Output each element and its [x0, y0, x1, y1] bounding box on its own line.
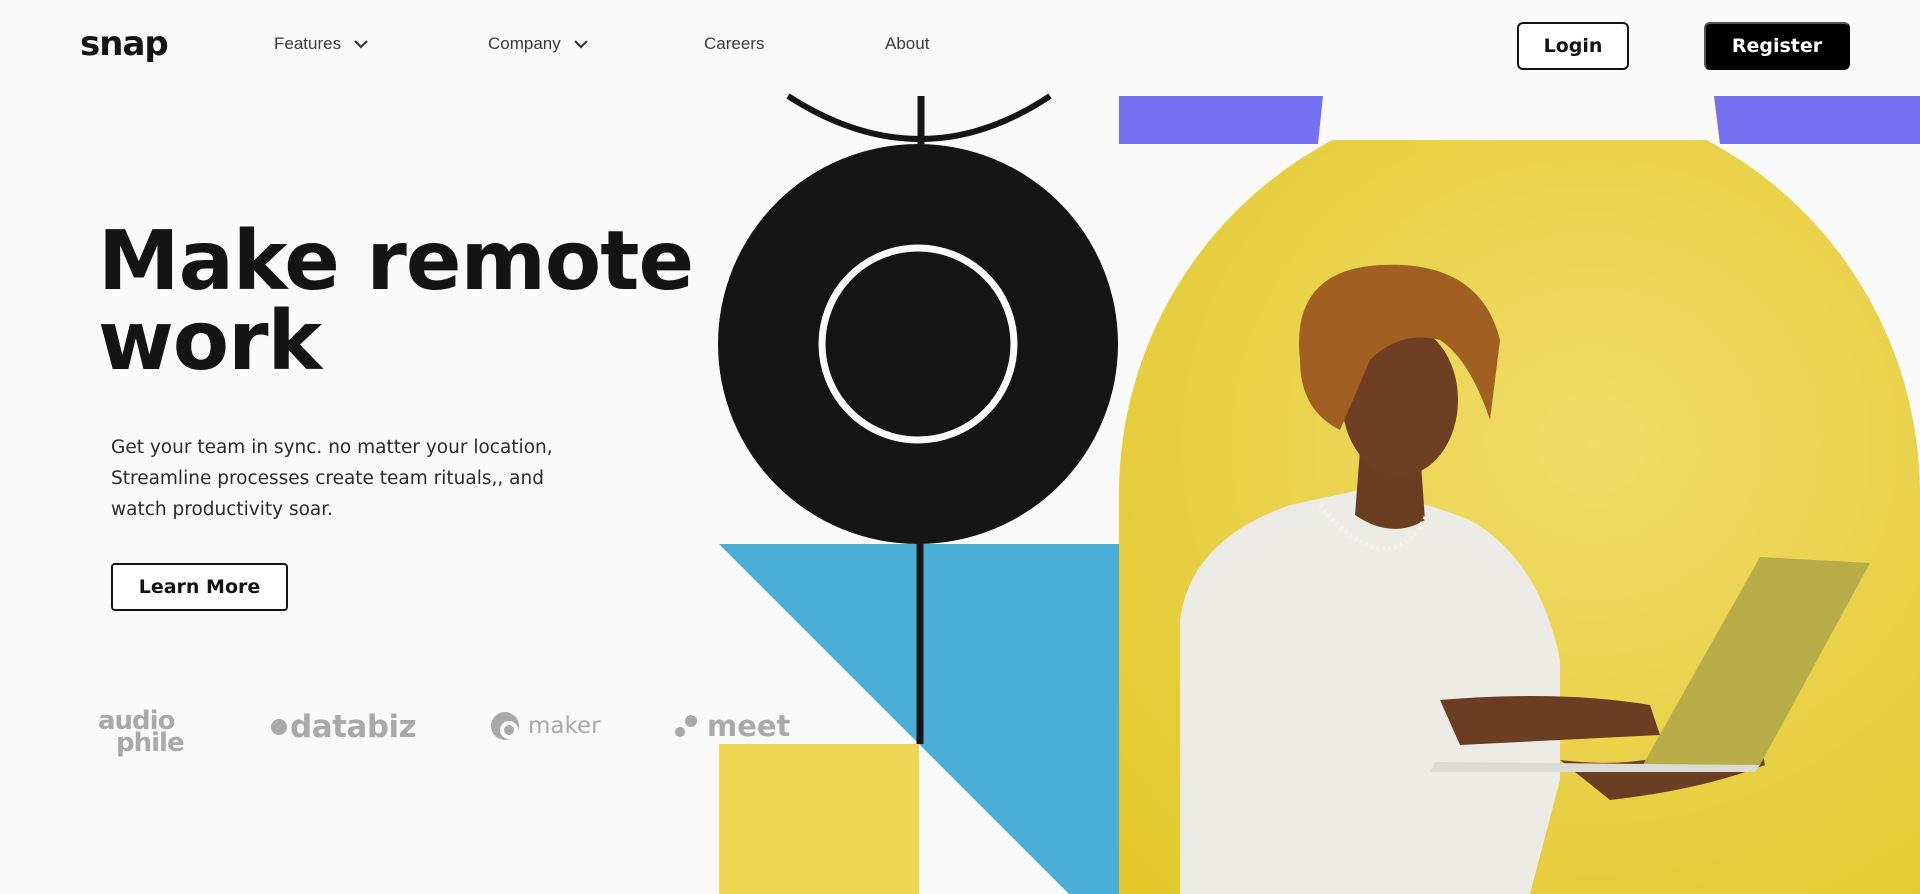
site-logo[interactable]: snap [80, 24, 169, 64]
hero-subtitle-line: Streamline processes create team rituals… [111, 468, 544, 489]
hero-subtitle-line: Get your team in sync. no matter your lo… [111, 437, 553, 458]
client-logo-meet: meet [673, 709, 790, 743]
yellow-block [719, 744, 919, 894]
client-logo-maker: maker [490, 711, 601, 741]
nav-company[interactable]: Company [488, 34, 589, 54]
photo-background [1119, 140, 1920, 894]
person-necklace [1318, 503, 1433, 552]
black-circle [718, 144, 1118, 544]
hero-subtitle-line: watch productivity soar. [111, 499, 334, 520]
person-neck [1355, 450, 1425, 529]
maker-swirl-icon [491, 712, 519, 740]
person-hair [1299, 264, 1500, 430]
person-arm-right [1560, 740, 1765, 800]
purple-bar-right [1714, 96, 1920, 144]
nav-features-label: Features [274, 34, 342, 53]
chevron-down-icon [354, 40, 368, 49]
databiz-dot-icon [271, 719, 287, 735]
laptop-base [1430, 762, 1760, 772]
meet-label: meet [707, 709, 791, 743]
register-button[interactable]: Register [1704, 22, 1850, 70]
person-shirt [1180, 490, 1560, 894]
databiz-label: databiz [290, 709, 417, 745]
nav-features[interactable]: Features [274, 34, 369, 54]
hero-title-line2: work [98, 294, 322, 389]
client-logo-databiz: databiz [270, 709, 417, 745]
nav-about-label: About [885, 34, 930, 53]
client-logo-audiophile: audio phile [98, 708, 185, 756]
hero-title: Make remote work [98, 221, 718, 383]
learn-more-button[interactable]: Learn More [111, 563, 288, 611]
nav-company-label: Company [488, 34, 561, 53]
laptop-screen [1640, 557, 1870, 770]
chevron-down-icon [573, 40, 588, 49]
purple-bar-left [1119, 96, 1323, 144]
login-button[interactable]: Login [1517, 22, 1629, 70]
white-ring [818, 244, 1018, 444]
nav-careers[interactable]: Careers [704, 34, 764, 54]
nav-about[interactable]: About [885, 34, 929, 54]
person-arm [1440, 696, 1660, 745]
person-head [1342, 324, 1458, 476]
maker-label: maker [528, 713, 601, 739]
top-arc [786, 93, 1052, 142]
nav-careers-label: Careers [704, 34, 765, 53]
hero-subtitle: Get your team in sync. no matter your lo… [111, 432, 581, 525]
meet-dots-icon [675, 715, 697, 737]
landing-page: snap Features Company Careers About Logi… [0, 0, 1920, 894]
